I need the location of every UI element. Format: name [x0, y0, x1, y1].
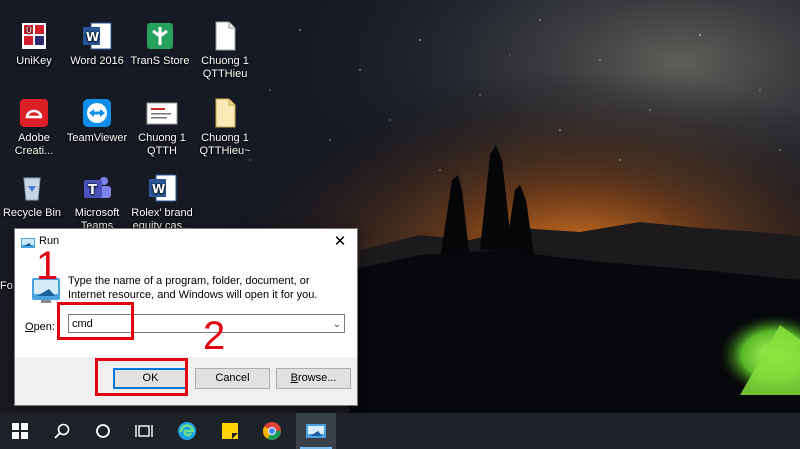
start-button[interactable] — [0, 413, 40, 449]
desktop-icon-transstore[interactable]: TranS Store — [128, 20, 192, 68]
run-app-icon — [21, 236, 35, 254]
chevron-down-icon[interactable]: ⌄ — [333, 315, 341, 334]
task-view-icon — [135, 425, 153, 437]
close-icon: ✕ — [333, 233, 347, 250]
unikey-icon: Ü — [18, 20, 50, 52]
cortana-icon — [96, 424, 110, 438]
desktop-icon-unikey[interactable]: Ü UniKey — [2, 20, 66, 68]
taskbar-run[interactable] — [296, 413, 336, 449]
taskbar-edge[interactable] — [167, 413, 207, 449]
step-1-highlight-box — [57, 302, 134, 340]
taskbar-sticky-notes[interactable] — [210, 413, 250, 449]
document-icon — [209, 97, 241, 129]
svg-text:W: W — [86, 30, 99, 44]
sticky-notes-icon — [222, 423, 238, 439]
run-dialog-titlebar[interactable]: Run ✕ — [15, 229, 357, 255]
desktop-icon-chuong1-qtthieu[interactable]: Chuong 1 QTTHieu — [193, 20, 257, 81]
search-icon — [54, 423, 70, 439]
desktop-icon-word[interactable]: W Word 2016 — [65, 20, 129, 68]
run-app-icon — [306, 424, 326, 438]
cancel-button[interactable]: Cancel — [195, 368, 270, 389]
step-2-highlight-box — [95, 358, 188, 396]
word-doc-icon: W — [146, 172, 178, 204]
step-2-number: 2 — [203, 314, 226, 358]
word-icon: W — [81, 20, 113, 52]
chrome-icon — [262, 422, 281, 440]
svg-text:W: W — [152, 182, 165, 196]
close-button[interactable]: ✕ — [323, 229, 357, 255]
transstore-icon — [144, 20, 176, 52]
desktop-icon-adobe[interactable]: Adobe Creati... — [2, 97, 66, 158]
desktop-icon-chuong1-qtthieu-temp[interactable]: Chuong 1 QTTHieu~ — [193, 97, 257, 158]
svg-text:T: T — [88, 183, 97, 198]
desktop-icon-recycle-bin[interactable]: Recycle Bin — [0, 172, 64, 220]
teamviewer-icon — [81, 97, 113, 129]
document-icon — [209, 20, 241, 52]
slide-thumbnail-icon — [146, 97, 178, 129]
start-icon — [12, 423, 28, 439]
browse-button[interactable]: Browse... — [276, 368, 351, 389]
recycle-bin-icon — [16, 172, 48, 204]
taskbar — [0, 413, 800, 449]
step-1-number: 1 — [36, 244, 59, 288]
task-view-button[interactable] — [124, 413, 164, 449]
partial-desktop-label: Fo — [0, 280, 13, 292]
desktop-icon-chuong1-qtth[interactable]: Chuong 1 QTTH — [130, 97, 194, 158]
open-label: Open: — [25, 321, 55, 333]
desktop-icon-teamviewer[interactable]: TeamViewer — [65, 97, 129, 145]
cortana-button[interactable] — [83, 413, 123, 449]
desktop-icon-rolex-doc[interactable]: W Rolex' brand equity cas... — [130, 172, 194, 233]
run-dialog-description: Type the name of a program, folder, docu… — [68, 275, 318, 301]
svg-text:Ü: Ü — [26, 25, 32, 35]
taskbar-chrome[interactable] — [252, 413, 292, 449]
edge-icon — [178, 422, 196, 440]
teams-icon: T — [81, 172, 113, 204]
search-button[interactable] — [42, 413, 82, 449]
desktop-icon-teams[interactable]: T Microsoft Teams — [65, 172, 129, 233]
adobe-creative-cloud-icon — [18, 97, 50, 129]
